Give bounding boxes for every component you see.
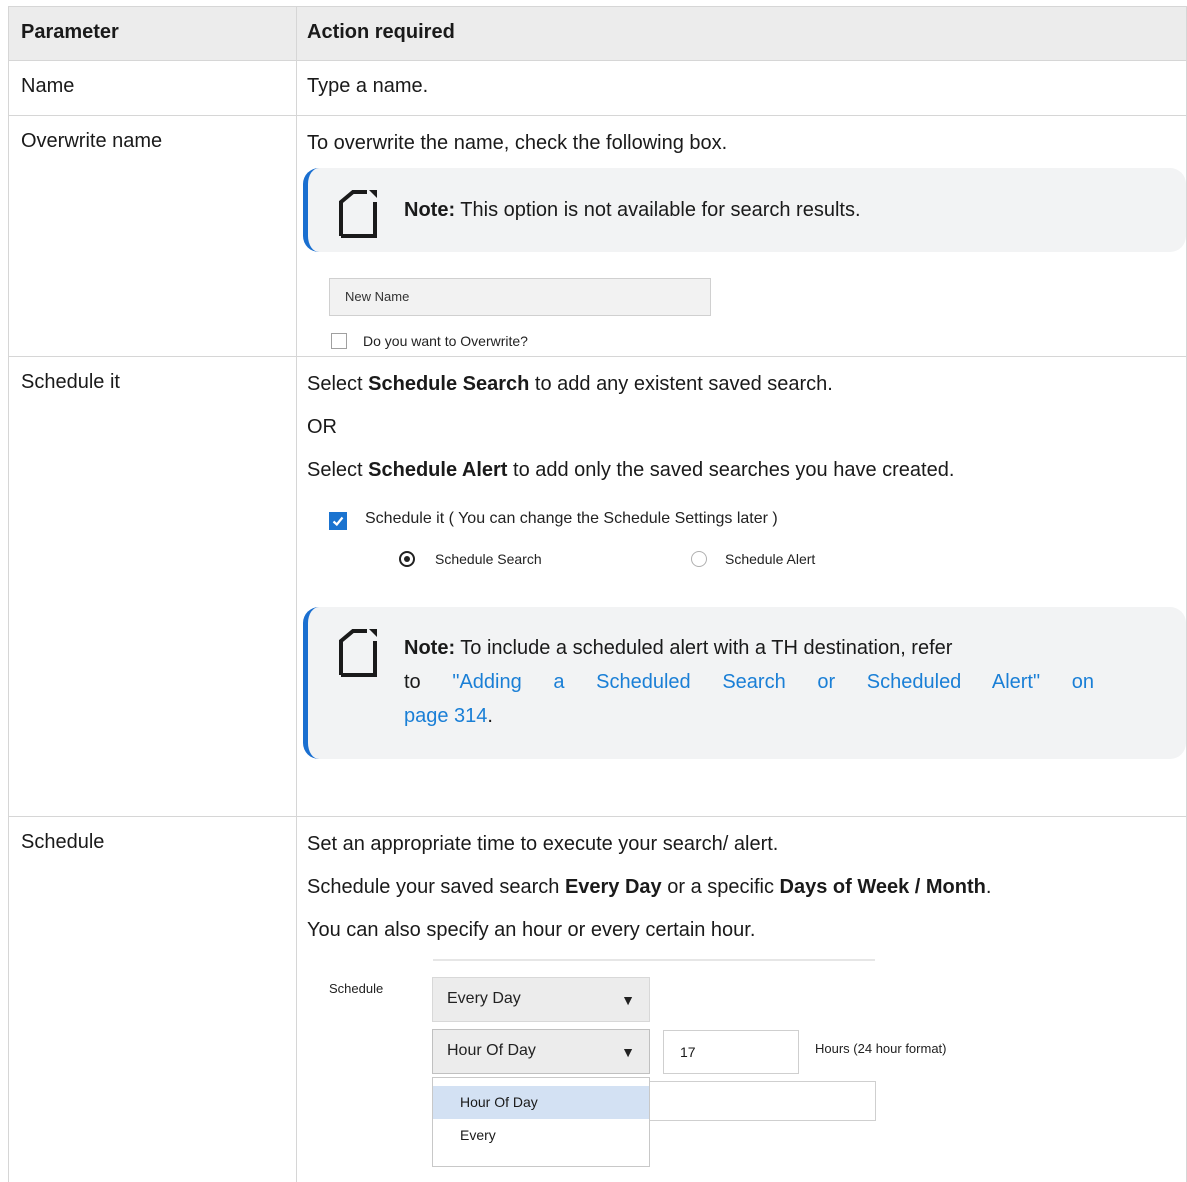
parameters-page: Parameter Action required Name Type a na…: [8, 6, 1187, 1182]
overwrite-checkbox[interactable]: [331, 333, 347, 349]
text-every-day: Every Day: [564, 876, 662, 898]
note-body-2: To include a scheduled alert with a TH d…: [455, 637, 953, 659]
note-line-2: to "Adding a Scheduled Search or Schedul…: [404, 665, 1094, 699]
text-period: .: [985, 876, 992, 898]
schedule-it-checkbox[interactable]: [329, 512, 347, 530]
text-schedule-alert: Schedule Alert: [368, 459, 508, 481]
note-line-1: Note: To include a scheduled alert with …: [404, 631, 1094, 665]
header-action-required: Action required: [296, 6, 1187, 61]
note-body: This option is not available for search …: [455, 199, 861, 221]
divider-line: [433, 959, 875, 961]
hour-hint: Hours (24 hour format): [815, 1041, 947, 1056]
schedule-search-radio[interactable]: [399, 551, 415, 567]
param-name: Name: [8, 60, 297, 116]
frequency-select[interactable]: Every Day ▼: [432, 977, 650, 1022]
dropdown-option-every[interactable]: Every: [433, 1119, 649, 1152]
text-select-2: Select: [307, 459, 369, 481]
overwrite-checkbox-label: Do you want to Overwrite?: [363, 333, 528, 349]
hour-mode-value: Hour Of Day: [447, 1042, 536, 1059]
param-overwrite: Overwrite name: [8, 115, 297, 357]
param-schedule: Schedule: [8, 816, 297, 1182]
hour-input[interactable]: 17: [663, 1030, 799, 1074]
table-row-schedule-it: Schedule it Select Schedule Search to ad…: [8, 356, 1187, 817]
frequency-value: Every Day: [447, 990, 521, 1007]
table-row-overwrite: Overwrite name To overwrite the name, ch…: [8, 115, 1187, 357]
schedule-search-instruction: Select Schedule Search to add any existe…: [307, 371, 1182, 397]
action-overwrite: To overwrite the name, check the followi…: [296, 115, 1187, 357]
hour-input-value: 17: [680, 1044, 696, 1060]
text-days-of-week: Days of Week / Month: [779, 876, 986, 898]
schedule-it-label: Schedule it ( You can change the Schedul…: [365, 510, 778, 527]
note-box-overwrite: Note: This option is not available for s…: [303, 168, 1186, 252]
table-row-name: Name Type a name.: [8, 60, 1187, 116]
text-schedule-saved: Schedule your saved search: [307, 876, 565, 898]
scheduled-search-link-page[interactable]: page 314: [404, 705, 487, 727]
note-pad-icon: [339, 629, 377, 677]
schedule-alert-instruction: Select Schedule Alert to add only the sa…: [307, 457, 1182, 483]
triangle-down-icon: ▼: [621, 992, 635, 1008]
schedule-line-1: Set an appropriate time to execute your …: [307, 833, 779, 855]
schedule-line-2: Schedule your saved search Every Day or …: [307, 874, 1182, 900]
note-text-overwrite: Note: This option is not available for s…: [404, 193, 861, 227]
schedule-ui-label: Schedule: [329, 981, 384, 996]
note-pad-icon: [339, 190, 377, 238]
schedule-search-radio-label: Schedule Search: [435, 551, 542, 567]
note-line-3: page 314.: [404, 699, 1094, 733]
note-text-schedule-it: Note: To include a scheduled alert with …: [404, 631, 1094, 733]
text-schedule-search: Schedule Search: [368, 373, 530, 395]
action-name: Type a name.: [296, 60, 1187, 116]
schedule-line-3: You can also specify an hour or every ce…: [307, 919, 756, 941]
parameters-table: Parameter Action required Name Type a na…: [8, 6, 1187, 1182]
table-header-row: Parameter Action required: [8, 6, 1187, 61]
scheduled-search-link[interactable]: "Adding a Scheduled Search or Scheduled …: [452, 671, 1094, 693]
or-text: OR: [307, 416, 337, 438]
note-to: to: [404, 671, 453, 693]
action-schedule: Set an appropriate time to execute your …: [296, 816, 1187, 1182]
overwrite-instruction: To overwrite the name, check the followi…: [307, 132, 728, 154]
triangle-down-icon: ▼: [621, 1044, 635, 1060]
text-or-specific: or a specific: [661, 876, 780, 898]
note-box-schedule-it: Note: To include a scheduled alert with …: [303, 607, 1186, 759]
param-schedule-it: Schedule it: [8, 356, 297, 817]
hour-mode-dropdown: Hour Of Day Every: [432, 1077, 650, 1167]
every-input[interactable]: [647, 1081, 876, 1121]
checkmark-icon: [332, 516, 344, 527]
table-row-schedule: Schedule Set an appropriate time to exec…: [8, 816, 1187, 1182]
note-label: Note:: [404, 199, 456, 221]
hour-mode-select[interactable]: Hour Of Day ▼: [432, 1029, 650, 1074]
text-select: Select: [307, 373, 369, 395]
text-add-existent: to add any existent saved search.: [529, 373, 833, 395]
new-name-field[interactable]: New Name: [329, 278, 711, 316]
action-schedule-it: Select Schedule Search to add any existe…: [296, 356, 1187, 817]
note-period: .: [487, 705, 493, 727]
note-label-2: Note:: [404, 637, 456, 659]
schedule-alert-radio[interactable]: [691, 551, 707, 567]
schedule-alert-radio-label: Schedule Alert: [725, 551, 816, 567]
header-parameter: Parameter: [8, 6, 297, 61]
text-add-only: to add only the saved searches you have …: [507, 459, 955, 481]
new-name-value: New Name: [345, 289, 410, 304]
dropdown-option-hour-of-day[interactable]: Hour Of Day: [433, 1086, 649, 1119]
